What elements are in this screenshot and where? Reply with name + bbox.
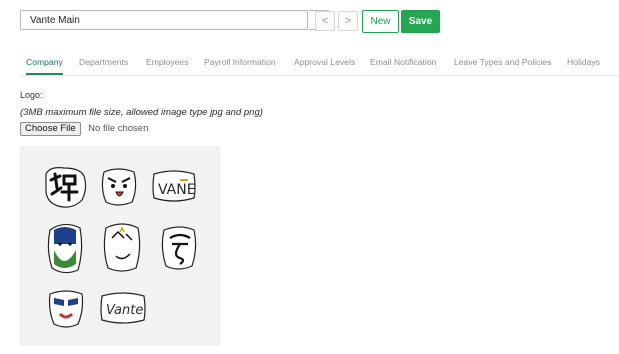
sticker-outline-face <box>103 223 141 272</box>
new-button[interactable]: New <box>362 10 399 33</box>
file-size-hint: (3MB maximum file size, allowed image ty… <box>20 107 263 118</box>
logo-preview: VANE Vante <box>20 146 220 346</box>
tab-payroll-information[interactable]: Payroll Information <box>204 53 276 73</box>
company-select[interactable]: Vante Main <box>20 10 308 30</box>
sticker-blue-hair-face <box>47 223 83 274</box>
tab-departments[interactable]: Departments <box>79 53 128 73</box>
tab-email-notification[interactable]: Email Notification <box>370 53 436 73</box>
settings-tabs: Company Departments Employees Payroll In… <box>20 53 619 76</box>
tab-leave-types-and-policies[interactable]: Leave Types and Policies <box>454 53 551 73</box>
save-button[interactable]: Save <box>401 10 440 33</box>
tab-employees[interactable]: Employees <box>146 53 189 73</box>
tab-approval-levels[interactable]: Approval Levels <box>294 53 355 73</box>
choose-file-button[interactable]: Choose File <box>20 121 81 136</box>
sticker-red-mouth-face <box>48 290 84 328</box>
previous-button[interactable]: < <box>315 11 335 31</box>
sticker-swirl-face <box>161 226 197 270</box>
file-status-text: No file chosen <box>88 123 149 135</box>
sticker-vane-text: VANE <box>152 170 196 202</box>
tab-holidays[interactable]: Holidays <box>567 53 600 73</box>
tab-company[interactable]: Company <box>26 53 63 75</box>
next-button[interactable]: > <box>338 11 358 31</box>
sticker-scribble-face <box>45 167 87 208</box>
sticker-vane-label: VANE <box>158 182 196 198</box>
sticker-vante-label: Vante <box>106 303 143 318</box>
logo-label: Logo: <box>20 90 43 100</box>
sticker-face-tongue <box>101 168 137 206</box>
file-input: Choose File No file chosen <box>20 120 149 136</box>
sticker-vante-text: Vante <box>100 292 146 324</box>
